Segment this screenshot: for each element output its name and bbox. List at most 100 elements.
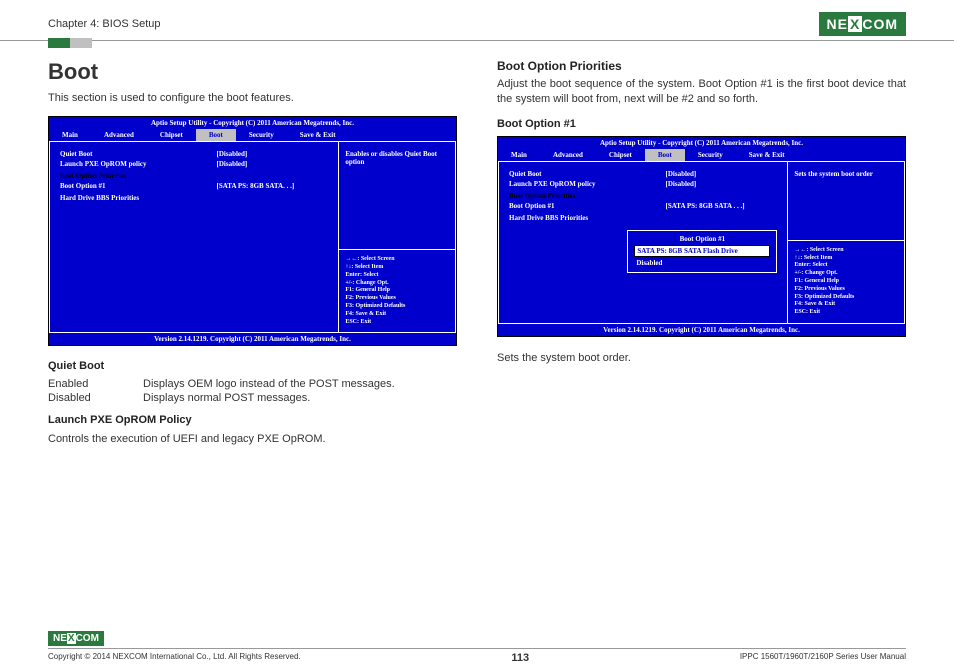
definition-row: Disabled Displays normal POST messages. (48, 392, 457, 404)
key-hint: F3: Optimized Defaults (345, 303, 449, 311)
bios-setting-label: Quiet Boot (509, 170, 666, 178)
page-footer: Copyright © 2014 NEXCOM International Co… (48, 648, 906, 664)
bios-setting-row: Boot Option Priorities (509, 192, 777, 200)
left-column: Boot This section is used to configure t… (48, 59, 457, 458)
bios-setting-row: Launch PXE OpROM policy[Disabled] (509, 180, 777, 188)
bios-tab: Chipset (147, 129, 196, 141)
bios-tab: Main (498, 149, 540, 161)
bios-tabs: MainAdvancedChipsetBootSecuritySave & Ex… (498, 149, 905, 161)
key-hint: →←: Select Screen (794, 247, 898, 255)
key-hint: F2: Previous Values (345, 295, 449, 303)
priorities-title: Boot Option Priorities (497, 59, 906, 73)
popup-title: Boot Option #1 (634, 235, 770, 243)
bios-setting-label: Hard Drive BBS Priorities (509, 214, 666, 222)
key-hint: F2: Previous Values (794, 286, 898, 294)
bios-setting-label: Boot Option #1 (60, 182, 217, 190)
bios-setting-value (666, 214, 778, 222)
bios-tab: Security (236, 129, 287, 141)
manual-name: IPPC 1560T/1960T/2160P Series User Manua… (740, 652, 906, 664)
key-hint: +/-: Change Opt. (794, 270, 898, 278)
key-hint: →←: Select Screen (345, 256, 449, 264)
bios-setting-row: Quiet Boot[Disabled] (60, 150, 328, 158)
bios-setting-value (666, 192, 778, 200)
bios-setting-row: Hard Drive BBS Priorities (60, 194, 328, 202)
bios-tab: Save & Exit (736, 149, 798, 161)
def-label: Disabled (48, 392, 143, 404)
brand-logo: NEXCOM (819, 12, 906, 36)
page-number: 113 (511, 652, 529, 664)
footer-logo: NEXCOM (48, 631, 104, 646)
pxe-description: Controls the execution of UEFI and legac… (48, 432, 457, 447)
definition-row: Enabled Displays OEM logo instead of the… (48, 378, 457, 390)
right-column: Boot Option Priorities Adjust the boot s… (497, 59, 906, 458)
bios-main-panel: Quiet Boot[Disabled]Launch PXE OpROM pol… (498, 161, 788, 324)
key-hint: +/-: Change Opt. (345, 280, 449, 288)
bios-tab: Security (685, 149, 736, 161)
bios-setting-row: Boot Option Priorities (60, 172, 328, 180)
bios-screenshot-right: Aptio Setup Utility - Copyright (C) 2011… (497, 136, 906, 337)
bios-help-text: Sets the system boot order (788, 161, 905, 241)
key-hint: ↑↓: Select Item (345, 264, 449, 272)
bios-tab: Boot (196, 129, 236, 141)
bios-tab: Main (49, 129, 91, 141)
bios-setting-value (217, 172, 329, 180)
key-hint: F3: Optimized Defaults (794, 294, 898, 302)
bios-main-panel: Quiet Boot[Disabled]Launch PXE OpROM pol… (49, 141, 339, 333)
bios-setting-row: Boot Option #1[SATA PS: 8GB SATA. . .] (60, 182, 328, 190)
section-intro: This section is used to configure the bo… (48, 91, 457, 106)
bios-setting-value: [Disabled] (666, 180, 778, 188)
bios-setting-value: [Disabled] (666, 170, 778, 178)
key-hint: F4: Save & Exit (794, 301, 898, 309)
bios-version: Version 2.14.1219. Copyright (C) 2011 Am… (49, 333, 456, 345)
bios-setting-value: [Disabled] (217, 150, 329, 158)
bios-key-hints: →←: Select Screen↑↓: Select ItemEnter: S… (788, 241, 905, 324)
bios-title: Aptio Setup Utility - Copyright (C) 2011… (49, 117, 456, 129)
bios-tab: Advanced (91, 129, 147, 141)
tab-marks (48, 38, 92, 48)
chapter-label: Chapter 4: BIOS Setup (48, 18, 161, 30)
bios-setting-row: Hard Drive BBS Priorities (509, 214, 777, 222)
key-hint: F1: General Help (345, 287, 449, 295)
bios-tabs: MainAdvancedChipsetBootSecuritySave & Ex… (49, 129, 456, 141)
bios-setting-label: Boot Option #1 (509, 202, 666, 210)
bios-tab: Save & Exit (287, 129, 349, 141)
bios-setting-row: Boot Option #1[SATA PS: 8GB SATA . . .] (509, 202, 777, 210)
key-hint: Enter: Select (794, 262, 898, 270)
key-hint: F1: General Help (794, 278, 898, 286)
bios-setting-row: Launch PXE OpROM policy[Disabled] (60, 160, 328, 168)
bios-setting-label: Boot Option Priorities (509, 192, 666, 200)
key-hint: ↑↓: Select Item (794, 255, 898, 263)
bios-help-text: Enables or disables Quiet Boot option (339, 141, 456, 250)
bios-screenshot-left: Aptio Setup Utility - Copyright (C) 2011… (48, 116, 457, 346)
bios-tab: Advanced (540, 149, 596, 161)
key-hint: F4: Save & Exit (345, 311, 449, 319)
bios-setting-label: Quiet Boot (60, 150, 217, 158)
section-title: Boot (48, 59, 457, 85)
popup-selected-option: SATA PS: 8GB SATA Flash Drive (634, 245, 770, 257)
copyright-text: Copyright © 2014 NEXCOM International Co… (48, 652, 301, 664)
bios-key-hints: →←: Select Screen↑↓: Select ItemEnter: S… (339, 250, 456, 333)
bios-tab: Chipset (596, 149, 645, 161)
bios-version: Version 2.14.1219. Copyright (C) 2011 Am… (498, 324, 905, 336)
bios-tab: Boot (645, 149, 685, 161)
pxe-heading: Launch PXE OpROM Policy (48, 414, 457, 426)
priorities-intro: Adjust the boot sequence of the system. … (497, 77, 906, 108)
key-hint: ESC: Exit (794, 309, 898, 317)
boot-option-1-heading: Boot Option #1 (497, 118, 906, 130)
bios-setting-value: [SATA PS: 8GB SATA . . .] (666, 202, 778, 210)
bios-setting-value: [SATA PS: 8GB SATA. . .] (217, 182, 329, 190)
bios-setting-label: Launch PXE OpROM policy (60, 160, 217, 168)
def-label: Enabled (48, 378, 143, 390)
boot-order-desc: Sets the system boot order. (497, 351, 906, 366)
popup-option: Disabled (634, 258, 770, 268)
bios-title: Aptio Setup Utility - Copyright (C) 2011… (498, 137, 905, 149)
bios-setting-label: Hard Drive BBS Priorities (60, 194, 217, 202)
bios-setting-row: Quiet Boot[Disabled] (509, 170, 777, 178)
bios-setting-label: Launch PXE OpROM policy (509, 180, 666, 188)
bios-setting-value: [Disabled] (217, 160, 329, 168)
key-hint: Enter: Select (345, 272, 449, 280)
quiet-boot-heading: Quiet Boot (48, 360, 457, 372)
bios-popup: Boot Option #1 SATA PS: 8GB SATA Flash Dr… (627, 230, 777, 273)
bios-setting-label: Boot Option Priorities (60, 172, 217, 180)
def-value: Displays normal POST messages. (143, 392, 457, 404)
